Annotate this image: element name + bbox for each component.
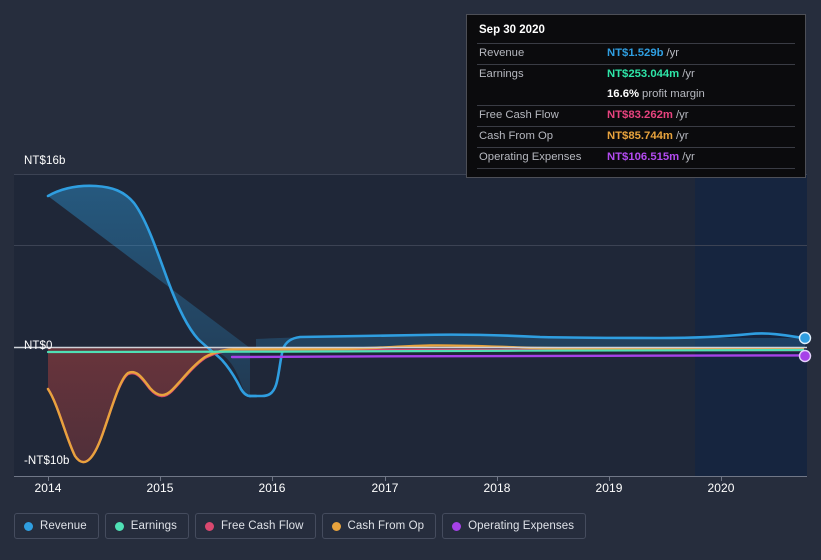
end-marker-revenue: [798, 331, 812, 345]
x-axis-label-2020: 2020: [707, 481, 735, 495]
tooltip-label-earnings: Earnings: [479, 68, 524, 80]
legend-label-earnings: Earnings: [130, 520, 177, 532]
tooltip-label-operating-expenses: Operating Expenses: [479, 151, 582, 163]
forecast-band: [695, 174, 807, 476]
tooltip-row-cash-from-op: Cash From Op NT$85.744m /yr: [477, 126, 795, 147]
legend-item-revenue[interactable]: Revenue: [14, 513, 99, 539]
y-axis-label-bottom: -NT$10b: [24, 455, 70, 467]
chart-tooltip: Sep 30 2020 Revenue NT$1.529b /yr Earnin…: [466, 14, 806, 178]
x-axis-label-2018: 2018: [483, 481, 511, 495]
tooltip-value-revenue: NT$1.529b: [607, 47, 664, 59]
financial-performance-chart: NT$16b NT$0 -NT$10b 2014 2015 2016 2017 …: [0, 0, 821, 560]
tooltip-row-free-cash-flow: Free Cash Flow NT$83.262m /yr: [477, 105, 795, 126]
tooltip-value-earnings: NT$253.044m: [607, 68, 680, 80]
tooltip-row-earnings: Earnings NT$253.044m /yr: [477, 64, 795, 85]
legend-dot-earnings-icon: [114, 521, 124, 531]
tooltip-unit-earnings: /yr: [682, 68, 695, 80]
legend-item-cash-from-op[interactable]: Cash From Op: [321, 513, 437, 539]
legend-label-cash-from-op: Cash From Op: [347, 520, 425, 532]
series-line-operating-expenses: [230, 354, 805, 359]
tooltip-row-revenue: Revenue NT$1.529b /yr: [477, 43, 795, 64]
legend-item-operating-expenses[interactable]: Operating Expenses: [442, 513, 587, 539]
legend-dot-operating-expenses-icon: [452, 521, 462, 531]
chart-legend: Revenue Earnings Free Cash Flow Cash Fro…: [14, 513, 587, 539]
tooltip-footer-rule: [477, 168, 795, 171]
tooltip-row-operating-expenses: Operating Expenses NT$106.515m /yr: [477, 147, 795, 168]
tooltip-date: Sep 30 2020: [479, 24, 545, 36]
tooltip-unit-operating-expenses: /yr: [682, 151, 695, 163]
tooltip-unit-cash-from-op: /yr: [675, 130, 689, 142]
tooltip-label-revenue: Revenue: [479, 47, 525, 59]
tooltip-label-free-cash-flow: Free Cash Flow: [479, 109, 559, 121]
legend-label-operating-expenses: Operating Expenses: [468, 520, 575, 532]
y-axis-label-zero: NT$0: [24, 340, 53, 352]
tooltip-unit-revenue: /yr: [666, 47, 680, 59]
legend-dot-free-cash-flow-icon: [204, 521, 214, 531]
tooltip-row-profit-margin: 16.6% profit margin: [477, 85, 795, 105]
legend-label-free-cash-flow: Free Cash Flow: [220, 520, 304, 532]
legend-item-earnings[interactable]: Earnings: [104, 513, 189, 539]
x-axis-label-2015: 2015: [146, 481, 174, 495]
tooltip-value-operating-expenses: NT$106.515m: [607, 151, 680, 163]
x-axis-label-2014: 2014: [34, 481, 62, 495]
legend-dot-revenue-icon: [24, 521, 33, 531]
tooltip-unit-profit-margin: profit margin: [642, 88, 705, 100]
legend-dot-cash-from-op-icon: [331, 521, 341, 531]
tooltip-unit-free-cash-flow: /yr: [675, 109, 689, 121]
tooltip-label-cash-from-op: Cash From Op: [479, 130, 554, 142]
legend-item-free-cash-flow[interactable]: Free Cash Flow: [194, 513, 316, 539]
end-marker-operating-expenses: [798, 349, 812, 363]
x-axis-label-2019: 2019: [595, 481, 623, 495]
legend-label-revenue: Revenue: [40, 520, 87, 532]
tooltip-value-cash-from-op: NT$85.744m: [607, 130, 673, 142]
x-axis-label-2017: 2017: [371, 481, 399, 495]
y-axis-label-top: NT$16b: [24, 155, 66, 167]
tooltip-value-free-cash-flow: NT$83.262m: [607, 109, 673, 121]
tooltip-value-profit-margin: 16.6%: [607, 88, 640, 100]
x-axis-label-2016: 2016: [258, 481, 286, 495]
